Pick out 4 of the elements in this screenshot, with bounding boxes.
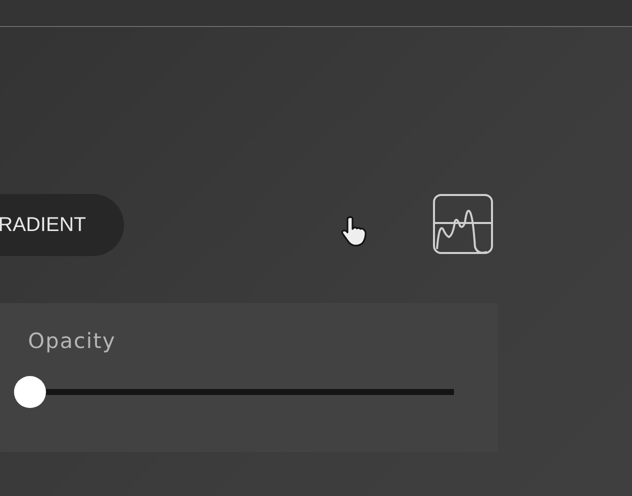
histogram-icon[interactable] <box>433 194 493 254</box>
slider-thumb[interactable] <box>14 376 46 408</box>
gradient-button[interactable]: RADIENT <box>0 194 124 256</box>
opacity-label: Opacity <box>28 329 116 353</box>
